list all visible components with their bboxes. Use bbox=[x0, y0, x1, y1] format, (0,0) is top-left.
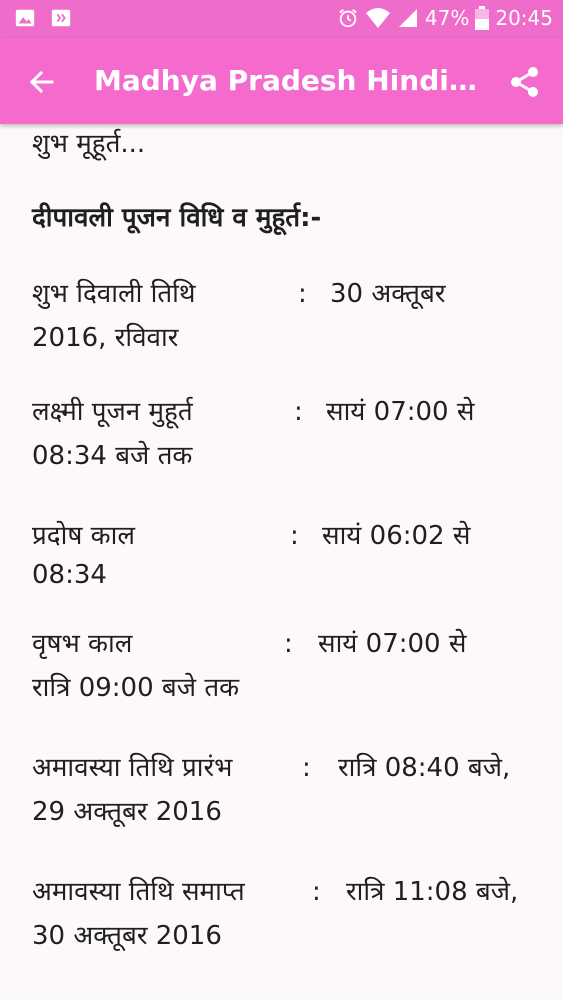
clock: 20:45 bbox=[495, 6, 553, 30]
battery-percent: 47% bbox=[424, 6, 470, 30]
muhurat-row-vrishabh-kaal: वृषभ काल: सायं 07:00 से रात्रि 09:00 बजे … bbox=[32, 622, 542, 710]
row-label: शुभ दिवाली तिथि bbox=[32, 279, 196, 309]
back-arrow-icon[interactable] bbox=[22, 62, 62, 102]
row-label: वृषभ काल bbox=[32, 629, 133, 659]
muhurat-row-amavasya-start: अमावस्या तिथि प्रारंभ: रात्रि 08:40 बजे, … bbox=[32, 746, 542, 834]
row-colon: : bbox=[290, 521, 299, 551]
page-title: Madhya Pradesh Hindi Ne... bbox=[94, 64, 486, 97]
row-value-line2: 08:34 बजे तक bbox=[32, 441, 193, 471]
row-colon: : bbox=[312, 877, 321, 907]
share-icon[interactable] bbox=[505, 62, 545, 102]
row-label: लक्ष्मी पूजन मुहूर्त bbox=[32, 397, 193, 427]
app-icon bbox=[51, 9, 71, 27]
section-heading: दीपावली पूजन विधि व मुहूर्त:- bbox=[32, 203, 322, 233]
wifi-icon bbox=[365, 8, 390, 28]
row-value-line1: रात्रि 08:40 बजे, bbox=[338, 753, 511, 783]
row-value-line2: रात्रि 09:00 बजे तक bbox=[32, 673, 240, 703]
battery-icon bbox=[475, 6, 490, 30]
row-colon: : bbox=[302, 753, 311, 783]
muhurat-row-diwali-date: शुभ दिवाली तिथि:30 अक्तूबर 2016, रविवार bbox=[32, 272, 542, 360]
app-bar: Madhya Pradesh Hindi Ne... bbox=[0, 38, 563, 124]
image-icon bbox=[15, 9, 35, 27]
row-label: अमावस्या तिथि समाप्त bbox=[32, 877, 245, 907]
row-label: अमावस्या तिथि प्रारंभ bbox=[32, 753, 233, 783]
row-value-line1: रात्रि 11:08 बजे, bbox=[346, 877, 519, 907]
row-value-line2: 2016, रविवार bbox=[32, 323, 179, 353]
row-colon: : bbox=[284, 629, 293, 659]
row-colon: : bbox=[298, 279, 307, 309]
status-bar: 47% 20:45 bbox=[0, 0, 563, 38]
row-value-line1: सायं 06:02 से bbox=[322, 521, 471, 551]
row-value-line2: 08:34 bbox=[32, 560, 107, 590]
row-value-line1: 30 अक्तूबर bbox=[330, 279, 446, 309]
row-value-line2: 29 अक्तूबर 2016 bbox=[32, 797, 222, 827]
muhurat-row-pradosh-kaal: प्रदोष काल: सायं 06:02 से 08:34 bbox=[32, 514, 542, 592]
signal-icon bbox=[398, 9, 417, 27]
row-value-line1: सायं 07:00 से bbox=[326, 397, 475, 427]
row-value-line1: सायं 07:00 से bbox=[318, 629, 467, 659]
article-content: शुभ मूहूर्त... दीपावली पूजन विधि व मुहूर… bbox=[0, 124, 563, 1000]
muhurat-row-lakshmi-pujan: लक्ष्मी पूजन मुहूर्त: सायं 07:00 से 08:34… bbox=[32, 390, 542, 478]
row-value-line2: 30 अक्तूबर 2016 bbox=[32, 921, 222, 951]
row-label: प्रदोष काल bbox=[32, 521, 135, 551]
row-colon: : bbox=[294, 397, 303, 427]
muhurat-row-amavasya-end: अमावस्या तिथि समाप्त: रात्रि 11:08 बजे, 3… bbox=[32, 870, 542, 958]
alarm-icon bbox=[339, 9, 357, 28]
intro-text: शुभ मूहूर्त... bbox=[32, 129, 146, 159]
